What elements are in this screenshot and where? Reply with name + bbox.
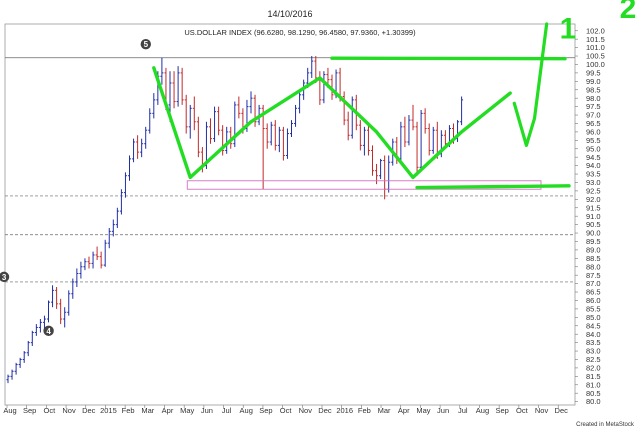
x-tick-label: 2015 <box>100 406 117 415</box>
y-tick-label: 82.5 <box>586 355 601 364</box>
wave-label-number: 5 <box>144 40 149 49</box>
y-tick-label: 87.0 <box>586 279 601 288</box>
x-tick-label: Aug <box>3 406 16 415</box>
x-tick-label: Nov <box>62 406 76 415</box>
x-tick-label: Sep <box>259 406 272 415</box>
x-tick-label: Oct <box>516 406 529 415</box>
y-tick-label: 90.0 <box>586 229 601 238</box>
plot-frame <box>4 23 576 406</box>
y-tick-label: 81.0 <box>586 380 601 389</box>
y-tick-label: 88.5 <box>586 254 601 263</box>
y-tick-label: 91.5 <box>586 203 601 212</box>
y-axis-tick-labels: 80.080.581.081.582.082.583.083.584.084.5… <box>575 26 605 406</box>
y-tick-label: 83.5 <box>586 338 601 347</box>
x-tick-label: Oct <box>280 406 293 415</box>
x-tick-label: Mar <box>141 406 154 415</box>
y-tick-label: 85.5 <box>586 305 601 314</box>
x-tick-label: Sep <box>23 406 36 415</box>
x-tick-label: Jul <box>222 406 232 415</box>
y-tick-label: 94.0 <box>586 161 601 170</box>
hand-drawn-resistance-line <box>330 56 567 61</box>
y-tick-label: 101.0 <box>586 43 605 52</box>
x-tick-label: Sep <box>495 406 508 415</box>
chart-date: 14/10/2016 <box>267 9 312 19</box>
y-tick-label: 93.5 <box>586 170 601 179</box>
y-tick-label: 96.0 <box>586 127 601 136</box>
y-tick-label: 82.0 <box>586 364 601 373</box>
y-tick-label: 89.5 <box>586 237 601 246</box>
y-tick-label: 98.0 <box>586 94 601 103</box>
x-tick-label: Feb <box>358 406 371 415</box>
y-tick-label: 81.5 <box>586 372 601 381</box>
chart-title: US.DOLLAR INDEX (96.6280, 98.1290, 96.45… <box>184 28 416 37</box>
y-tick-label: 97.5 <box>586 102 601 111</box>
y-tick-label: 99.5 <box>586 68 601 77</box>
x-tick-label: Jul <box>458 406 468 415</box>
y-tick-label: 95.0 <box>586 144 601 153</box>
x-tick-label: Apr <box>398 406 410 415</box>
wave-label-number: 4 <box>46 327 51 336</box>
y-tick-label: 96.5 <box>586 119 601 128</box>
y-tick-label: 92.5 <box>586 186 601 195</box>
y-tick-label: 83.0 <box>586 347 601 356</box>
projection-label: 1 <box>560 12 577 45</box>
y-tick-label: 86.0 <box>586 296 601 305</box>
x-tick-label: Dec <box>555 406 569 415</box>
x-tick-label: Nov <box>299 406 313 415</box>
chart-footer: Created in MetaStock <box>576 422 635 428</box>
y-tick-label: 80.5 <box>586 389 601 398</box>
x-tick-label: Nov <box>535 406 549 415</box>
y-tick-label: 101.5 <box>586 35 605 44</box>
x-tick-label: Jun <box>437 406 449 415</box>
x-tick-label: Dec <box>318 406 332 415</box>
y-tick-label: 102.0 <box>586 26 605 35</box>
x-axis-tick-labels: Aug Sep Oct Nov Dec 2015 Feb Mar Apr May Jun Jul Aug… <box>3 405 568 415</box>
x-tick-label: Oct <box>44 406 57 415</box>
x-tick-label: Mar <box>378 406 391 415</box>
y-tick-label: 97.0 <box>586 111 601 120</box>
y-tick-label: 91.0 <box>586 212 601 221</box>
y-tick-label: 94.5 <box>586 153 601 162</box>
y-tick-label: 86.5 <box>586 288 601 297</box>
wave-label: 4 <box>43 325 54 337</box>
x-tick-label: Aug <box>476 406 489 415</box>
y-tick-label: 89.0 <box>586 246 601 255</box>
x-tick-label: May <box>180 406 194 415</box>
y-tick-label: 92.0 <box>586 195 601 204</box>
y-tick-label: 85.0 <box>586 313 601 322</box>
wave-label: 5 <box>140 39 151 50</box>
y-tick-label: 98.5 <box>586 85 601 94</box>
y-tick-label: 93.0 <box>586 178 601 187</box>
x-tick-label: May <box>416 406 430 415</box>
y-tick-label: 90.5 <box>586 220 601 229</box>
y-tick-label: 100.5 <box>586 52 605 61</box>
x-tick-label: Apr <box>162 406 174 415</box>
projection-label: 2 <box>620 0 637 25</box>
chart: 14/10/2016 US.DOLLAR INDEX (96.6280, 98.… <box>0 0 637 428</box>
x-tick-label: 2016 <box>336 406 353 415</box>
y-tick-label: 87.5 <box>586 271 601 280</box>
y-tick-label: 88.0 <box>586 262 601 271</box>
y-tick-label: 80.0 <box>586 397 601 406</box>
y-tick-label: 99.0 <box>586 77 601 86</box>
hand-drawn-support-line <box>415 184 571 190</box>
x-tick-label: Jun <box>201 406 213 415</box>
y-tick-label: 95.5 <box>586 136 601 145</box>
y-tick-label: 100.0 <box>586 60 605 69</box>
y-tick-label: 84.5 <box>586 321 601 330</box>
x-tick-label: Aug <box>240 406 253 415</box>
x-tick-label: Feb <box>122 406 135 415</box>
x-tick-label: Dec <box>82 406 96 415</box>
wave-label-number: 3 <box>2 273 7 282</box>
y-tick-label: 84.0 <box>586 330 601 339</box>
